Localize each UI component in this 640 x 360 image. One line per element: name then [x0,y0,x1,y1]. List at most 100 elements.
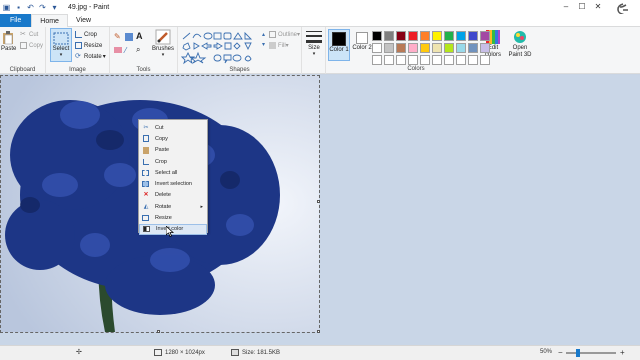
color-swatch[interactable] [372,31,382,41]
copy-label: Copy [29,42,44,49]
color-swatch[interactable] [456,43,466,53]
color-swatch[interactable] [456,31,466,41]
zoom-slider-thumb[interactable] [576,349,580,357]
shapes-group: ▴ ▾ Outline ▾ Fill ▾ Shapes [178,27,302,74]
paste-button[interactable]: Paste [1,31,16,52]
color-swatch[interactable] [444,43,454,53]
color-swatch[interactable] [420,31,430,41]
color-swatch[interactable] [384,43,394,53]
text-tool-icon[interactable]: A [136,31,143,41]
color-swatch[interactable] [432,43,442,53]
cut-button[interactable]: ✂ Cut [20,31,38,38]
color-swatch[interactable] [408,43,418,53]
shapes-gallery-icon[interactable] [181,31,259,65]
color-swatch[interactable] [408,55,418,65]
canvas-workspace[interactable] [0,75,640,345]
open-paint3d-button[interactable]: Open Paint 3D [507,30,533,59]
customize-quick-access-icon[interactable]: ▾ [50,3,59,12]
eraser-icon[interactable] [114,47,122,53]
ribbon-tabs: File Home View [0,14,640,27]
outline-icon [269,31,276,38]
color-swatch[interactable] [444,31,454,41]
clipboard-group-label: Clipboard [9,67,36,73]
menu-item-crop[interactable]: Crop [139,156,207,167]
color1-button[interactable]: Color 1 [328,29,350,61]
delete-icon: ✕ [143,192,149,199]
paint3d-icon [514,31,526,43]
invert-color-icon [143,226,150,233]
canvas-resize-handle-corner[interactable] [317,330,320,333]
color-swatch[interactable] [468,55,478,65]
tab-view[interactable]: View [68,14,99,27]
fill-bucket-icon[interactable] [125,33,133,41]
menu-item-rotate[interactable]: ◭ Rotate ▸ [139,201,207,212]
size-button[interactable]: Size ▾ [304,30,324,57]
color-swatch[interactable] [408,31,418,41]
copy-button[interactable]: Copy [20,42,43,49]
zoom-out-button[interactable]: − [558,348,563,357]
redo-icon[interactable]: ↷ [38,3,47,12]
rotate-button[interactable]: ⟳ Rotate ▾ [75,53,106,60]
zoom-in-button[interactable]: + [620,348,625,357]
color-swatch[interactable] [420,43,430,53]
color-swatch[interactable] [468,31,478,41]
color-swatch[interactable] [480,43,490,53]
color-swatch[interactable] [384,31,394,41]
color-swatch[interactable] [420,55,430,65]
shapes-scroll-up-icon[interactable]: ▴ [262,31,265,38]
color-swatch[interactable] [384,55,394,65]
menu-item-label: Invert selection [155,181,192,188]
menu-item-select-all[interactable]: Select all [139,167,207,178]
select-button[interactable]: Select ▾ [50,28,72,62]
color-swatch[interactable] [372,43,382,53]
canvas-resize-handle-bottom[interactable] [157,330,160,333]
menu-item-label: Rotate [155,203,172,210]
color-swatch[interactable] [468,43,478,53]
color-swatch[interactable] [396,31,406,41]
fill-button[interactable]: Fill ▾ [269,42,289,49]
outline-button[interactable]: Outline ▾ [269,31,300,38]
color-swatch[interactable] [480,55,490,65]
maximize-button[interactable]: ☐ [574,1,590,13]
close-button[interactable]: ✕ [590,1,606,13]
status-bar: ✢ 1280 × 1024px Size: 181.5KB 50% − + [0,345,640,360]
tab-home[interactable]: Home [31,14,68,27]
menu-item-label: Crop [155,158,167,165]
menu-item-resize[interactable]: Resize [139,212,207,223]
context-menu: ✂ Cut Copy Paste Crop Select all Invert s… [138,119,208,235]
color-swatch[interactable] [480,31,490,41]
resize-button[interactable]: Resize [75,42,102,49]
color-swatch[interactable] [396,43,406,53]
color-swatch[interactable] [396,55,406,65]
pencil-icon[interactable]: ✎ [114,33,122,41]
dimensions-icon [154,349,162,356]
save-icon[interactable]: ▪ [14,3,23,12]
resize-label: Resize [84,42,103,49]
color-swatch[interactable] [456,55,466,65]
menu-item-delete[interactable]: ✕ Delete [139,190,207,201]
shapes-scroll-down-icon[interactable]: ▾ [262,41,265,48]
menu-item-invert-selection[interactable]: Invert selection [139,178,207,189]
color-picker-icon[interactable]: ⁄ [125,46,126,55]
color2-button[interactable]: Color 2 [352,29,372,52]
color-swatch[interactable] [432,31,442,41]
menu-item-paste[interactable]: Paste [139,145,207,156]
minimize-button[interactable]: – [558,1,574,13]
title-bar: ▣ ▪ ↶ ↷ ▾ 49.jpg - Paint – ☐ ✕ [0,0,640,29]
magnifier-icon[interactable]: ⌕ [136,45,140,55]
brushes-button[interactable]: Brushes ▾ [150,29,176,58]
menu-item-label: Paste [155,147,170,154]
menu-item-copy[interactable]: Copy [139,133,207,144]
color-swatch[interactable] [432,55,442,65]
menu-item-cut[interactable]: ✂ Cut [139,122,207,133]
tab-file[interactable]: File [0,14,32,27]
select-rectangle-icon [53,32,69,45]
color-swatch[interactable] [372,55,382,65]
canvas-resize-handle-right[interactable] [317,200,320,203]
paste-icon [3,31,13,45]
crop-button[interactable]: Crop [75,31,97,38]
zoom-slider[interactable] [566,352,616,354]
dimensions-indicator: 1280 × 1024px [154,349,205,356]
color-swatch[interactable] [444,55,454,65]
undo-icon[interactable]: ↶ [26,3,35,12]
